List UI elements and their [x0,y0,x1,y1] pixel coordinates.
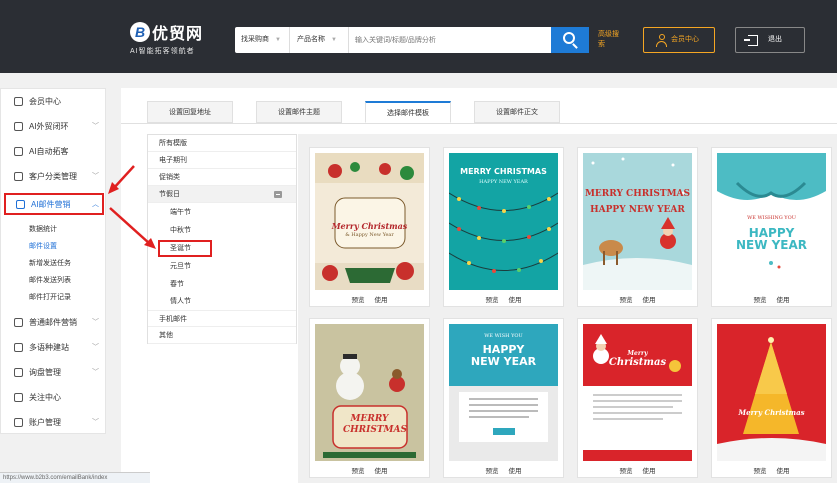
annotation-arrows [108,165,156,249]
browser-status-url: https://www.b2b3.com/emailBank/index [0,472,150,483]
